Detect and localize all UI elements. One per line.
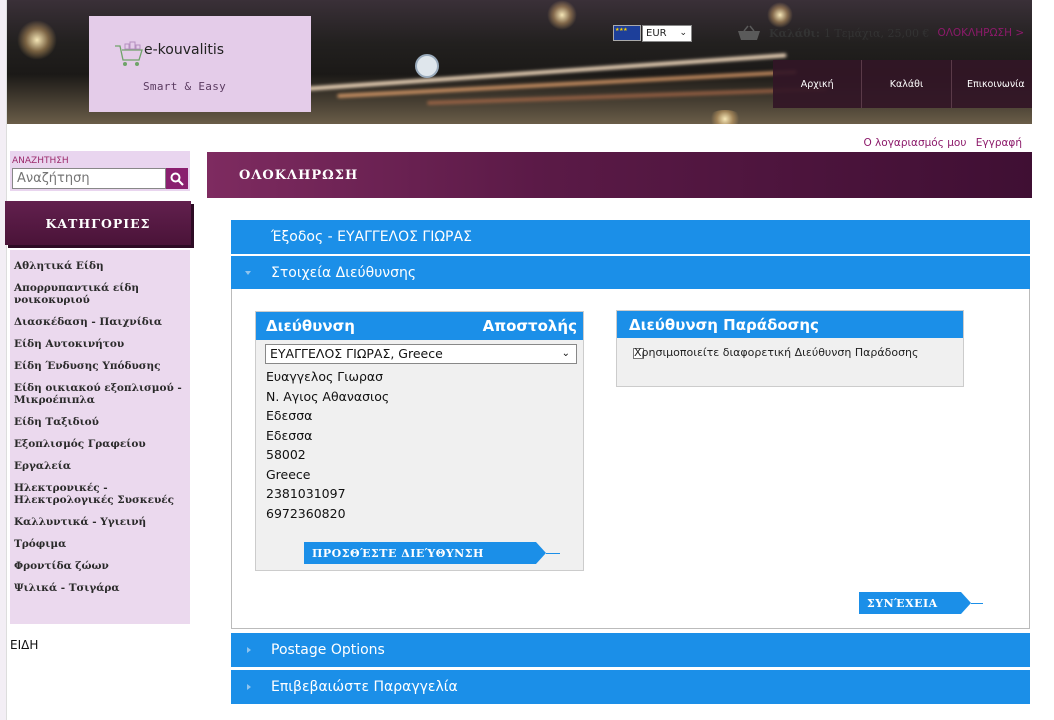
currency-select[interactable]: EUR ⌄ — [642, 25, 692, 42]
eu-flag-icon — [613, 25, 641, 41]
category-item[interactable]: Είδη Αυτοκινήτου — [10, 338, 190, 350]
delivery-address-panel: Διεύθυνση Παράδοσης Χρησιμοποιείτε διαφο… — [616, 310, 964, 387]
address-line: 6972360820 — [266, 505, 346, 521]
logout-bar-label: Έξοδος - ΕΥΑΓΓΕΛΟΣ ΓΙΩΡΑΣ — [271, 229, 472, 245]
address-line: 2381031097 — [266, 486, 346, 501]
basket-icon[interactable] — [737, 25, 761, 41]
nav-home[interactable]: Αρχική — [773, 60, 861, 108]
road-sign — [415, 54, 439, 78]
address-line: 58002 — [266, 447, 306, 462]
left-border — [0, 0, 7, 720]
header-banner: e-kouvalitis Smart & Easy EUR ⌄ Καλάθι: … — [7, 0, 1032, 124]
products-label: ΕΙΔΗ — [10, 638, 39, 652]
section-postage-label: Postage Options — [271, 642, 385, 658]
chevron-down-icon: ⌄ — [679, 28, 687, 38]
section-confirm-header[interactable]: Επιβεβαιώστε Παραγγελία — [231, 670, 1030, 704]
categories-header: ΚΑΤΗΓΟΡΙΕΣ — [5, 201, 191, 245]
shipping-header-left: Διεύθυνση — [266, 317, 355, 335]
address-line: Εδεσσα — [266, 427, 313, 443]
search-input[interactable] — [12, 168, 166, 189]
address-select[interactable]: ΕΥΑΓΓΕΛΟΣ ΓΙΩΡΑΣ, Greece ⌄ — [265, 344, 577, 364]
cart-label: Καλάθι: — [769, 26, 820, 40]
account-links: Ο λογαριασμός μου Εγγραφή — [857, 137, 1022, 149]
logout-bar[interactable]: Έξοδος - ΕΥΑΓΓΕΛΟΣ ΓΙΩΡΑΣ — [231, 220, 1030, 254]
checkout-link[interactable]: ΟΛΟΚΛΗΡΩΣΗ > — [937, 27, 1024, 39]
category-item[interactable]: Ηλεκτρονικές - Ηλεκτρολογικές Συσκευές — [10, 482, 190, 506]
categories-list: Αθλητικά Είδη Απορρυπαντικά είδη νοικοκυ… — [10, 250, 190, 624]
street-light — [547, 0, 577, 30]
page-title: ΟΛΟΚΛΗΡΩΣΗ — [207, 152, 1032, 198]
nav-contact[interactable]: Επικοινωνία — [950, 60, 1032, 108]
chevron-down-icon: ⌄ — [561, 348, 570, 359]
search-icon — [170, 172, 184, 186]
address-select-value: ΕΥΑΓΓΕΛΟΣ ΓΙΩΡΑΣ, Greece — [270, 346, 443, 361]
category-item[interactable]: Τρόφιμα — [10, 538, 190, 550]
logo-tagline: Smart & Easy — [143, 80, 227, 93]
section-postage-header[interactable]: Postage Options — [231, 633, 1030, 667]
category-item[interactable]: Αθλητικά Είδη — [10, 260, 190, 272]
search-button[interactable] — [166, 168, 188, 189]
address-details: Ευαγγελος Γιωρασ Ν. Αγιος Αθανασιος Εδεσ… — [266, 367, 389, 523]
caret-down-icon — [245, 271, 251, 275]
street-light — [17, 20, 57, 60]
cart-summary-bar: Καλάθι: 1 Τεμάχια, 25,00 € ΟΛΟΚΛΗΡΩΣΗ > — [737, 22, 1024, 44]
delivery-address-header: Διεύθυνση Παράδοσης — [617, 311, 963, 338]
category-item[interactable]: Φροντίδα ζώων — [10, 560, 190, 572]
logo-name: e-kouvalitis — [144, 42, 225, 58]
category-item[interactable]: Εργαλεία — [10, 460, 190, 472]
button-tail — [971, 603, 983, 604]
category-item[interactable]: Καλλυντικά - Υγιεινή — [10, 516, 190, 528]
my-account-link[interactable]: Ο λογαριασμός μου — [863, 137, 966, 149]
shipping-address-panel: Διεύθυνση Αποστολής ΕΥΑΓΓΕΛΟΣ ΓΙΩΡΑΣ, Gr… — [255, 311, 584, 571]
address-line: Ευαγγελος Γιωρασ — [266, 369, 384, 384]
top-navigation: Αρχική Καλάθι Επικοινωνία — [773, 60, 1032, 108]
logo[interactable]: e-kouvalitis Smart & Easy — [89, 16, 311, 112]
logo-cart-icon — [115, 41, 143, 66]
category-item[interactable]: Ψιλικά - Τσιγάρα — [10, 582, 190, 594]
category-item[interactable]: Εξοπλισμός Γραφείου — [10, 438, 190, 450]
search-label: ΑΝΑΖΗΤΗΣΗ — [12, 156, 69, 166]
register-link[interactable]: Εγγραφή — [976, 137, 1022, 149]
caret-right-icon — [247, 684, 251, 690]
address-line: Greece — [266, 466, 311, 482]
address-line: Ν. Αγιος Αθανασιος — [266, 388, 390, 404]
cart-summary-text: 1 Τεμάχια, 25,00 € — [823, 26, 930, 40]
add-address-label: ΠΡΟΣΘΈΣΤΕ ΔΙΕΎΘΥΝΣΗ — [312, 546, 484, 560]
shipping-address-header: Διεύθυνση Αποστολής — [256, 312, 583, 340]
continue-button[interactable]: ΣΥΝΈΧΕΙΑ — [859, 592, 971, 614]
caret-right-icon — [247, 647, 251, 653]
search-box: ΑΝΑΖΗΤΗΣΗ — [10, 151, 190, 191]
address-line: Εδεσσα — [266, 408, 313, 423]
button-tail — [546, 553, 560, 554]
page: e-kouvalitis Smart & Easy EUR ⌄ Καλάθι: … — [0, 0, 1054, 720]
category-item[interactable]: Είδη οικιακού εξοπλισμού - Μικροέπιπλα — [10, 382, 190, 406]
category-item[interactable]: Απορρυπαντικά είδη νοικοκυριού — [10, 282, 190, 306]
section-address-header[interactable]: Στοιχεία Διεύθυνσης — [231, 256, 1030, 290]
section-address-label: Στοιχεία Διεύθυνσης — [271, 265, 417, 281]
different-delivery-label[interactable]: Χρησιμοποιείτε διαφορετική Διεύθυνση Παρ… — [617, 346, 947, 359]
section-confirm-label: Επιβεβαιώστε Παραγγελία — [271, 679, 458, 695]
add-address-button[interactable]: ΠΡΟΣΘΈΣΤΕ ΔΙΕΎΘΥΝΣΗ — [304, 542, 546, 564]
shipping-header-right: Αποστολής — [482, 317, 577, 335]
currency-value: EUR — [646, 28, 667, 39]
street-light — [707, 110, 743, 124]
category-item[interactable]: Είδη Ένδυσης Υπόδυσης — [10, 360, 190, 372]
nav-cart[interactable]: Καλάθι — [861, 60, 950, 108]
continue-label: ΣΥΝΈΧΕΙΑ — [867, 596, 938, 610]
category-item[interactable]: Διασκέδαση - Παιχνίδια — [10, 316, 190, 328]
category-item[interactable]: Είδη Ταξιδιού — [10, 416, 190, 428]
